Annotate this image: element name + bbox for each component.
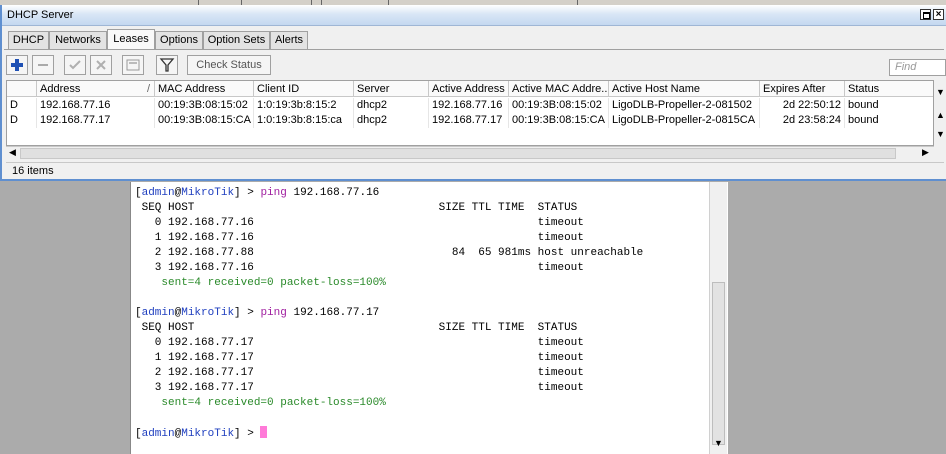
row-address: 192.168.77.17 <box>37 113 155 128</box>
terminal-scroll-down-icon[interactable]: ▼ <box>714 438 723 448</box>
items-count: 16 items <box>12 165 54 177</box>
row-active-address: 192.168.77.16 <box>429 98 509 113</box>
row-active-address: 192.168.77.17 <box>429 113 509 128</box>
restore-icon[interactable] <box>920 9 931 20</box>
terminal-cursor[interactable] <box>260 426 268 438</box>
check-icon <box>69 60 81 70</box>
ping-line: 2 192.168.77.88 84 65 981ms host unreach… <box>135 247 644 259</box>
table-horizontal-scrollbar[interactable]: ◀ ▶ <box>6 146 934 161</box>
column-header-address-label: Address <box>40 83 81 95</box>
row-expires: 2d 22:50:12 <box>760 98 845 113</box>
column-header-mac[interactable]: MAC Address <box>155 81 254 97</box>
window-title: DHCP Server <box>7 9 74 21</box>
row-server: dhcp2 <box>354 113 429 128</box>
scroll-up-arrow-icon[interactable]: ▼ <box>936 87 945 97</box>
row-server: dhcp2 <box>354 98 429 113</box>
filter-icon <box>159 58 175 72</box>
ping-line: 0 192.168.77.16 timeout <box>135 217 584 229</box>
minus-icon <box>38 64 48 66</box>
find-input[interactable]: Find <box>889 59 946 76</box>
dhcp-server-window: DHCP Server × DHCP Networks Leases Optio… <box>0 5 946 181</box>
row-mac: 00:19:3B:08:15:02 <box>155 98 254 113</box>
command-target: 192.168.77.17 <box>293 307 380 319</box>
tab-option-sets[interactable]: Option Sets <box>203 31 270 50</box>
column-header-active-mac[interactable]: Active MAC Addre... <box>509 81 609 97</box>
scroll-left-arrow-icon[interactable]: ◀ <box>9 147 16 158</box>
leases-table: Address / MAC Address Client ID Server Ac… <box>6 80 934 146</box>
status-bar: 16 items <box>6 162 944 178</box>
horizontal-scroll-thumb[interactable] <box>20 148 896 159</box>
prompt-user: admin <box>141 428 175 440</box>
row-client-id: 1:0:19:3b:8:15:2 <box>254 98 354 113</box>
row-status: bound <box>845 98 933 113</box>
terminal-scroll-thumb[interactable] <box>712 282 725 445</box>
sort-indicator: / <box>146 83 150 95</box>
ping-line: 3 192.168.77.17 timeout <box>135 382 584 394</box>
row-active-mac: 00:19:3B:08:15:02 <box>509 98 609 113</box>
ping-header: SEQ HOST SIZE TTL TIME STATUS <box>135 202 578 214</box>
tab-networks[interactable]: Networks <box>49 31 107 50</box>
close-icon[interactable]: × <box>933 9 944 20</box>
table-row[interactable]: D 192.168.77.16 00:19:3B:08:15:02 1:0:19… <box>7 98 933 113</box>
row-client-id: 1:0:19:3b:8:15:ca <box>254 113 354 128</box>
command-text: ping <box>260 307 287 319</box>
ping-line: 2 192.168.77.17 timeout <box>135 367 584 379</box>
disable-button[interactable] <box>90 55 112 75</box>
table-vertical-scrollbar[interactable]: ▼ ▲ ▼ <box>934 80 946 146</box>
tab-dhcp[interactable]: DHCP <box>8 31 49 50</box>
check-status-button[interactable]: Check Status <box>187 55 271 75</box>
scroll-right-arrow-icon[interactable]: ▶ <box>922 147 929 158</box>
prompt-host: MikroTik <box>181 428 235 440</box>
terminal-window[interactable]: [admin@MikroTik] > ping 192.168.77.16 SE… <box>130 182 728 454</box>
row-expires: 2d 23:58:24 <box>760 113 845 128</box>
tab-alerts[interactable]: Alerts <box>270 31 308 50</box>
add-button[interactable] <box>6 55 28 75</box>
command-text: ping <box>260 187 287 199</box>
prompt-user: admin <box>141 187 175 199</box>
ping-line: 1 192.168.77.17 timeout <box>135 352 584 364</box>
comment-button[interactable] <box>122 55 144 75</box>
ping-summary: sent=4 received=0 packet-loss=100% <box>135 277 386 289</box>
column-header-flags[interactable] <box>7 81 37 97</box>
tab-leases[interactable]: Leases <box>107 29 155 50</box>
plus-icon <box>11 59 23 71</box>
row-address: 192.168.77.16 <box>37 98 155 113</box>
title-bar[interactable]: DHCP Server × <box>2 5 946 26</box>
scroll-thumb-icon[interactable]: ▲ <box>936 110 945 120</box>
scroll-down-arrow-icon[interactable]: ▼ <box>936 129 945 139</box>
column-header-server[interactable]: Server <box>354 81 429 97</box>
ping-line: 3 192.168.77.16 timeout <box>135 262 584 274</box>
table-row[interactable]: D 192.168.77.17 00:19:3B:08:15:CA 1:0:19… <box>7 113 933 128</box>
cross-icon <box>96 60 106 70</box>
terminal-scrollbar[interactable]: ▼ <box>709 182 727 454</box>
prompt-host: MikroTik <box>181 187 235 199</box>
prompt-user: admin <box>141 307 175 319</box>
row-status: bound <box>845 113 933 128</box>
row-active-host: LigoDLB-Propeller-2-0815CA <box>609 113 760 128</box>
column-header-status[interactable]: Status <box>845 81 933 97</box>
tab-options[interactable]: Options <box>155 31 203 50</box>
column-header-active-address[interactable]: Active Address <box>429 81 509 97</box>
ping-line: 0 192.168.77.17 timeout <box>135 337 584 349</box>
column-header-address[interactable]: Address / <box>37 81 155 97</box>
remove-button[interactable] <box>32 55 54 75</box>
row-active-host: LigoDLB-Propeller-2-081502 <box>609 98 760 113</box>
ping-summary: sent=4 received=0 packet-loss=100% <box>135 397 386 409</box>
row-active-mac: 00:19:3B:08:15:CA <box>509 113 609 128</box>
tab-divider <box>4 49 944 50</box>
row-flag: D <box>7 113 37 128</box>
column-header-expires[interactable]: Expires After <box>760 81 845 97</box>
prompt-host: MikroTik <box>181 307 235 319</box>
row-mac: 00:19:3B:08:15:CA <box>155 113 254 128</box>
row-flag: D <box>7 98 37 113</box>
ping-line: 1 192.168.77.16 timeout <box>135 232 584 244</box>
column-header-active-host[interactable]: Active Host Name <box>609 81 760 97</box>
ping-header: SEQ HOST SIZE TTL TIME STATUS <box>135 322 578 334</box>
command-target: 192.168.77.16 <box>293 187 380 199</box>
terminal-output: [admin@MikroTik] > ping 192.168.77.16 SE… <box>135 187 644 440</box>
column-header-client-id[interactable]: Client ID <box>254 81 354 97</box>
filter-button[interactable] <box>156 55 178 75</box>
comment-icon <box>126 59 140 71</box>
enable-button[interactable] <box>64 55 86 75</box>
